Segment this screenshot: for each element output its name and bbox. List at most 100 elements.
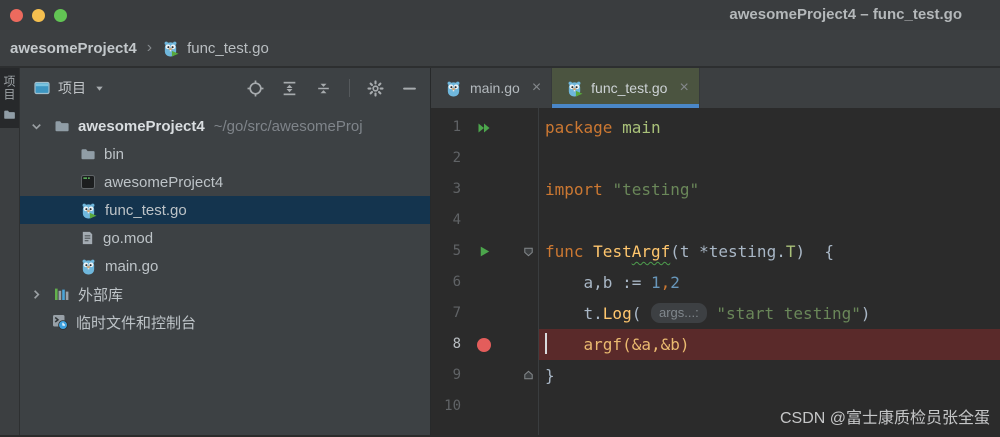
fold-column: [507, 205, 538, 236]
tree-item-main.go[interactable]: main.go: [20, 252, 430, 280]
gutter[interactable]: [461, 391, 507, 422]
code-editor[interactable]: 1 package main 23import "testing"45 func Te…: [431, 108, 1000, 435]
code-text[interactable]: package main: [538, 112, 1000, 143]
project-panel-header: 项目: [20, 68, 430, 108]
gopher-icon: [80, 258, 97, 275]
tree-item-awesomeProject4[interactable]: awesomeProject4~/go/src/awesomeProj: [20, 112, 430, 140]
collapse-all-button[interactable]: [315, 80, 332, 97]
code-text[interactable]: a,b := 1,2: [538, 267, 1000, 298]
tab-main.go[interactable]: main.go ×: [431, 68, 552, 108]
code-line-1[interactable]: 1 package main: [431, 112, 1000, 143]
tree-item-label: 临时文件和控制台: [76, 312, 196, 333]
run-all-icon[interactable]: [476, 120, 492, 136]
close-tab-icon[interactable]: ×: [679, 79, 688, 97]
maximize-window-button[interactable]: [54, 9, 67, 22]
gutter[interactable]: [461, 236, 507, 267]
tree-item-label: awesomeProject4: [104, 174, 223, 191]
ide-window: awesomeProject4 – func_test.go awesomePr…: [0, 0, 1000, 437]
tree-item-func_test.go[interactable]: func_test.go: [20, 196, 430, 224]
code-line-9[interactable]: 9}: [431, 360, 1000, 391]
line-number: 6: [431, 267, 461, 298]
project-view-icon: [34, 80, 50, 96]
fold-column: [507, 391, 538, 422]
caret-down-icon: [94, 83, 105, 94]
code-line-6[interactable]: 6 a,b := 1,2: [431, 267, 1000, 298]
gutter[interactable]: [461, 329, 507, 360]
gutter[interactable]: [461, 143, 507, 174]
code-line-8[interactable]: 8 argf(&a,&b): [431, 329, 1000, 360]
fold-open-icon[interactable]: [522, 245, 535, 258]
line-number: 10: [431, 391, 461, 422]
close-tab-icon[interactable]: ×: [532, 79, 541, 97]
expand-all-button[interactable]: [281, 80, 298, 97]
folder-icon: [3, 108, 16, 121]
settings-button[interactable]: [367, 80, 384, 97]
line-number: 8: [431, 329, 461, 360]
line-number: 1: [431, 112, 461, 143]
project-tree: awesomeProject4~/go/src/awesomeProj bin aw…: [20, 112, 430, 336]
tool-window-stripe: 项目: [0, 68, 20, 435]
libs-icon: [54, 286, 70, 302]
fold-column: [507, 298, 538, 329]
tab-label: main.go: [470, 80, 520, 96]
fold-column: [507, 143, 538, 174]
code-text[interactable]: [538, 205, 1000, 236]
project-view-selector[interactable]: 项目: [34, 78, 105, 98]
code-line-4[interactable]: 4: [431, 205, 1000, 236]
project-panel-title: 项目: [58, 78, 86, 98]
gutter[interactable]: [461, 174, 507, 205]
gutter[interactable]: [461, 267, 507, 298]
code-text[interactable]: t.Log( args...: "start testing"): [538, 298, 1000, 329]
tab-func_test.go[interactable]: func_test.go×: [552, 68, 700, 108]
tree-item-bin[interactable]: bin: [20, 140, 430, 168]
project-panel-toolbar: [247, 79, 418, 97]
line-number: 2: [431, 143, 461, 174]
go-test-icon: [80, 202, 97, 219]
gutter[interactable]: [461, 112, 507, 143]
code-line-3[interactable]: 3import "testing": [431, 174, 1000, 205]
code-text[interactable]: argf(&a,&b): [538, 329, 1000, 360]
go-mod-icon: [80, 230, 95, 246]
code-text[interactable]: func TestArgf(t *testing.T) {: [538, 236, 1000, 267]
gutter[interactable]: [461, 298, 507, 329]
code-line-2[interactable]: 2: [431, 143, 1000, 174]
code-text[interactable]: import "testing": [538, 174, 1000, 205]
tree-item-外部库[interactable]: 外部库: [20, 280, 430, 308]
minimize-window-button[interactable]: [32, 9, 45, 22]
gutter[interactable]: [461, 360, 507, 391]
editor-area: main.go×func_test.go× 1package main23imp…: [431, 68, 1000, 435]
tree-item-label: 外部库: [78, 284, 123, 305]
chevron-right-icon[interactable]: [28, 287, 44, 302]
breadcrumb-project[interactable]: awesomeProject4: [10, 40, 137, 57]
gopher-test-icon: [162, 40, 179, 57]
fold-close-icon[interactable]: [522, 369, 535, 382]
chevron-down-icon[interactable]: [28, 119, 44, 134]
line-number: 7: [431, 298, 461, 329]
window-controls: [0, 9, 67, 22]
hide-button[interactable]: [401, 80, 418, 97]
line-number: 5: [431, 236, 461, 267]
toolbar-divider: [349, 79, 350, 97]
code-text[interactable]: }: [538, 360, 1000, 391]
code-line-5[interactable]: 5 func TestArgf(t *testing.T) {: [431, 236, 1000, 267]
tree-item-go.mod[interactable]: go.mod: [20, 224, 430, 252]
gutter-separator: [538, 108, 539, 435]
breakpoint-icon[interactable]: [476, 337, 492, 353]
tree-item-临时文件和控制台[interactable]: 临时文件和控制台: [20, 308, 430, 336]
breadcrumb-file[interactable]: func_test.go: [187, 40, 269, 57]
project-tool-window-button[interactable]: 项目: [0, 68, 19, 128]
tree-item-awesomeProject4[interactable]: awesomeProject4: [20, 168, 430, 196]
folder-icon: [80, 146, 96, 162]
tree-item-label: bin: [104, 146, 124, 163]
code-line-7[interactable]: 7 t.Log( args...: "start testing"): [431, 298, 1000, 329]
locate-button[interactable]: [247, 80, 264, 97]
close-window-button[interactable]: [10, 9, 23, 22]
code-text[interactable]: [538, 143, 1000, 174]
project-panel: 项目 awesomeProject4~/go/src/awesomeProj bi…: [20, 68, 431, 435]
fold-column: [507, 360, 538, 391]
run-icon[interactable]: [477, 244, 492, 259]
tree-item-label: main.go: [105, 258, 158, 275]
watermark: CSDN @富士康质检员张全蛋: [780, 404, 990, 428]
gopher-icon: [445, 80, 462, 97]
gutter[interactable]: [461, 205, 507, 236]
